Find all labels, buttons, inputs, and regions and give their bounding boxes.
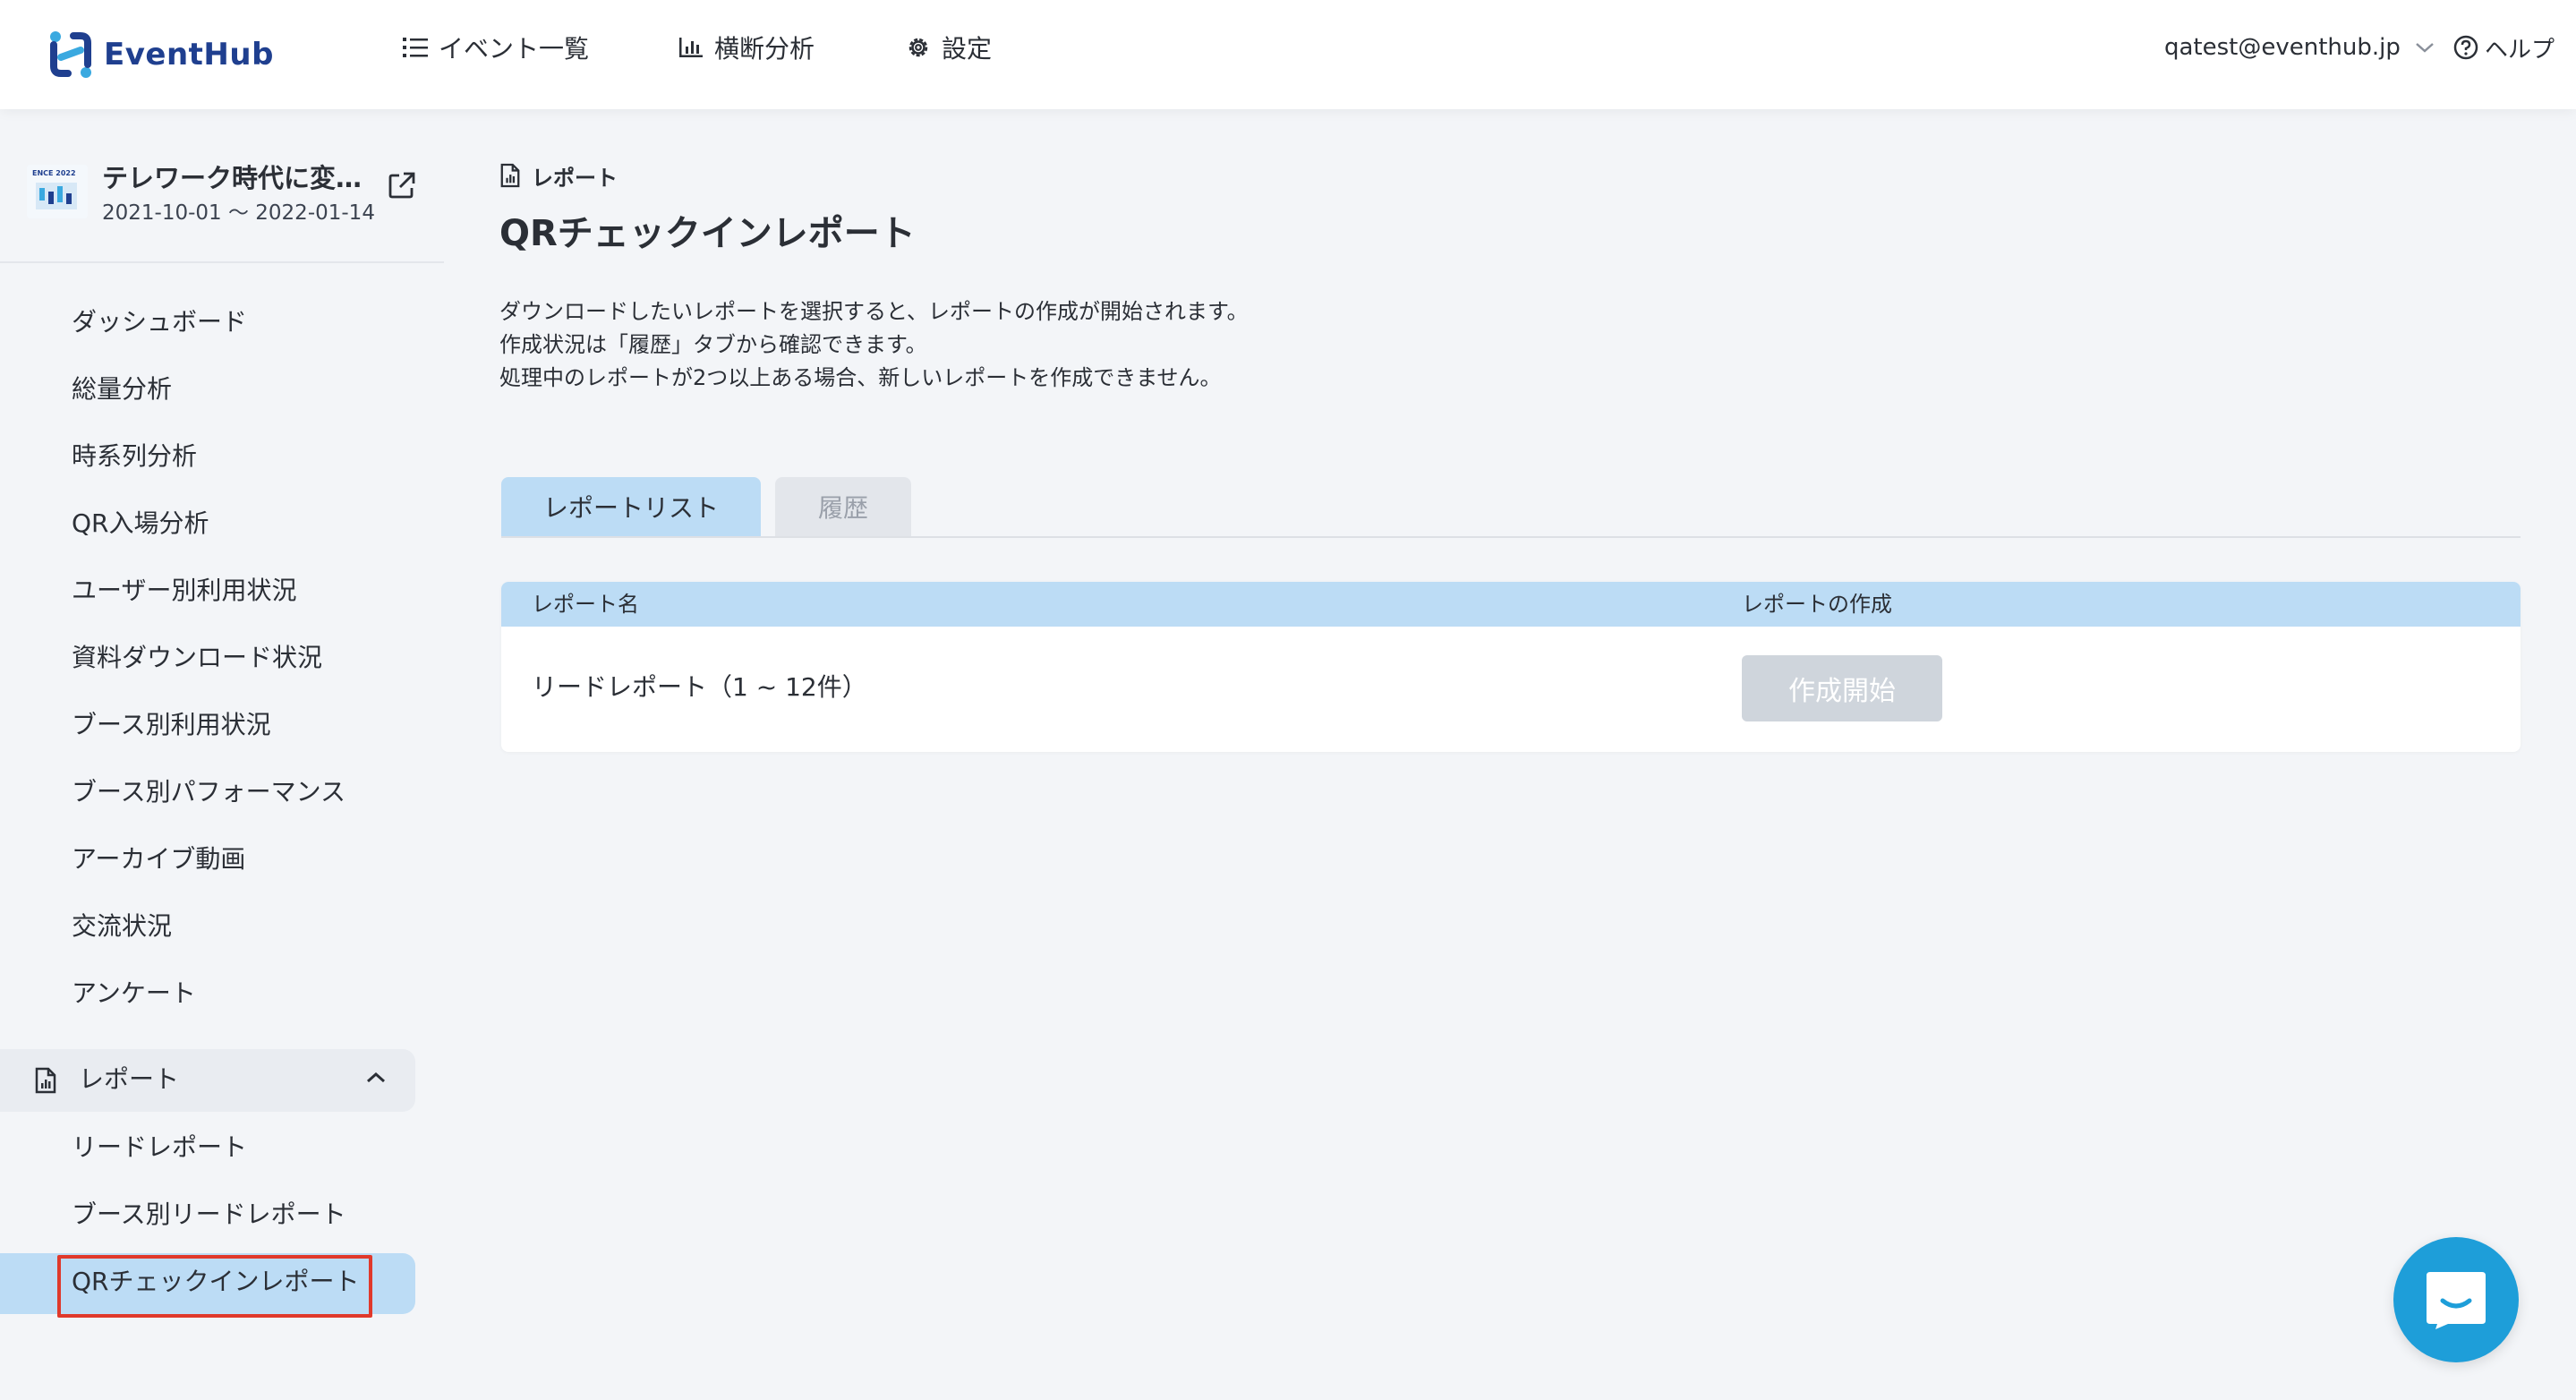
nav-cross-analysis[interactable]: 横断分析 xyxy=(678,27,815,68)
event-thumb-text: ENCE 2022 xyxy=(32,169,76,177)
sidebar-item-qr-entry-analysis[interactable]: QR入場分析 xyxy=(72,506,209,542)
sidebar-item-archive-video[interactable]: アーカイブ動画 xyxy=(72,841,245,877)
sidebar-item-user-usage[interactable]: ユーザー別利用状況 xyxy=(72,573,296,609)
gear-icon xyxy=(908,38,928,57)
tab-report-list[interactable]: レポートリスト xyxy=(501,477,761,536)
chevron-down-icon xyxy=(2416,43,2434,53)
tab-history[interactable]: 履歴 xyxy=(775,477,911,536)
sidebar-item-booth-performance[interactable]: ブース別パフォーマンス xyxy=(72,774,345,810)
eventhub-logo[interactable]: EventHub xyxy=(48,23,274,86)
nav-cross-analysis-label: 横断分析 xyxy=(714,34,815,64)
nav-settings[interactable]: 設定 xyxy=(906,27,992,68)
event-thumbnail: ENCE 2022 xyxy=(27,165,88,218)
help-label: ヘルプ xyxy=(2485,36,2555,64)
chat-bubble-icon xyxy=(2427,1272,2486,1329)
breadcrumb-label: レポート xyxy=(532,165,618,191)
top-header: EventHub イベント一覧 横断分析 設定 qatest@eventhub.… xyxy=(0,0,2576,109)
user-account-menu[interactable]: qatest@eventhub.jp xyxy=(2164,27,2435,68)
sidebar-item-booth-usage[interactable]: ブース別利用状況 xyxy=(72,707,271,743)
list-icon xyxy=(403,38,428,57)
nav-settings-label: 設定 xyxy=(942,34,993,64)
tab-underline xyxy=(501,536,2521,538)
nav-event-list-label: イベント一覧 xyxy=(439,34,590,64)
description-line-2: 作成状況は「履歴」タブから確認できます。 xyxy=(499,332,927,357)
highlight-annotation-box xyxy=(57,1255,372,1318)
chevron-up-icon xyxy=(367,1071,385,1083)
sidebar-divider xyxy=(0,261,444,263)
sidebar-item-lead-report[interactable]: リードレポート xyxy=(72,1130,247,1165)
eventhub-logo-icon xyxy=(50,31,91,78)
user-email: qatest@eventhub.jp xyxy=(2164,34,2401,61)
sidebar: ENCE 2022 テレワーク時代に変… 2021-10-01 ～ 2022-0… xyxy=(0,109,444,1400)
help-link[interactable]: ヘルプ xyxy=(2452,27,2555,68)
description-line-3: 処理中のレポートが2つ以上ある場合、新しいレポートを作成できません。 xyxy=(499,365,1222,390)
sidebar-item-survey[interactable]: アンケート xyxy=(72,976,196,1012)
help-circle-icon xyxy=(2453,35,2478,60)
description-line-1: ダウンロードしたいレポートを選択すると、レポートの作成が開始されます。 xyxy=(499,299,1249,324)
sidebar-section-report[interactable]: レポート xyxy=(0,1049,415,1112)
bar-chart-icon xyxy=(679,38,703,57)
external-link-icon[interactable] xyxy=(387,170,417,201)
report-table: レポート名 レポートの作成 リードレポート（1 ~ 12件） 作成開始 xyxy=(501,582,2521,752)
event-thumbnail-image: ENCE 2022 xyxy=(27,165,88,218)
event-title: テレワーク時代に変… xyxy=(102,163,363,193)
sidebar-section-report-label: レポート xyxy=(79,1064,180,1094)
sidebar-item-volume-analysis[interactable]: 総量分析 xyxy=(72,371,172,407)
report-file-icon xyxy=(500,163,520,188)
sidebar-item-timeseries-analysis[interactable]: 時系列分析 xyxy=(72,439,197,474)
nav-event-list[interactable]: イベント一覧 xyxy=(403,27,589,68)
breadcrumb: レポート xyxy=(499,159,618,192)
current-event-card: ENCE 2022 テレワーク時代に変… 2021-10-01 ～ 2022-0… xyxy=(27,158,430,238)
page-title: QRチェックインレポート xyxy=(499,213,916,254)
column-header-create: レポートの作成 xyxy=(1742,592,1892,617)
logo-text: EventHub xyxy=(104,37,274,73)
table-header: レポート名 レポートの作成 xyxy=(501,582,2521,627)
chat-launcher-button[interactable] xyxy=(2393,1237,2519,1362)
sidebar-item-networking[interactable]: 交流状況 xyxy=(72,909,172,944)
sidebar-item-download-status[interactable]: 資料ダウンロード状況 xyxy=(72,640,322,676)
column-header-report-name: レポート名 xyxy=(532,592,639,617)
sidebar-item-dashboard[interactable]: ダッシュボード xyxy=(72,304,247,340)
report-file-icon xyxy=(35,1067,56,1094)
start-create-button[interactable]: 作成開始 xyxy=(1742,655,1942,721)
report-name-cell: リードレポート（1 ~ 12件） xyxy=(532,672,867,702)
sidebar-item-booth-lead-report[interactable]: ブース別リードレポート xyxy=(72,1197,346,1233)
event-dates: 2021-10-01 ～ 2022-01-14 xyxy=(102,201,375,225)
